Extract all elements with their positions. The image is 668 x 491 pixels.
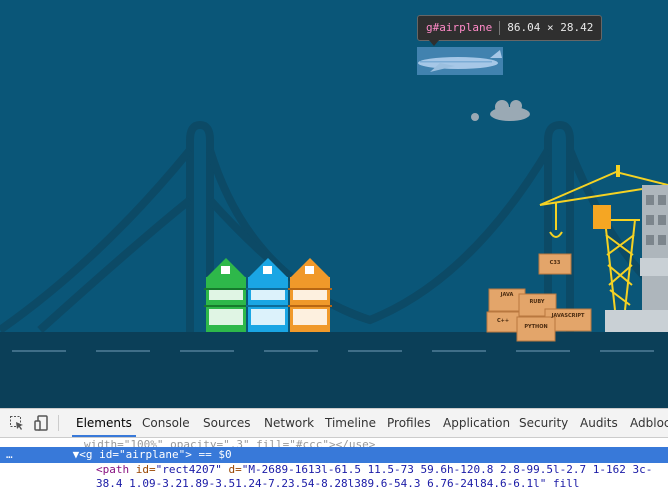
devtools-panel: Elements Console Sources Network Timelin… [0,408,668,490]
crate-label: C++ [497,318,509,324]
tab-sources[interactable]: Sources [203,409,250,437]
tooltip-id: #airplane [432,21,493,34]
tab-adblock[interactable]: Adbloc [630,409,668,437]
dom-tree-line-selected[interactable]: … ▼<g id="airplane"> == $0 [0,447,668,463]
dom-value: "M-2689-1613l-61.5 11.5-73 59.6h-120.8 2… [241,463,653,476]
tooltip-dimensions: 86.04 × 28.42 [507,21,594,34]
tab-application[interactable]: Application [443,409,510,437]
tab-elements[interactable]: Elements [72,409,136,437]
dom-tree-line[interactable]: <path id="rect4207" d="M-2689-1613l-61.5… [0,463,668,477]
tooltip-arrow [428,39,440,46]
skyline-illustration: C33 JAVA RUBY JAVASCRIPT C++ PYTHON [0,50,668,408]
element-highlight-overlay [417,47,503,75]
web-page-canvas: C33 JAVA RUBY JAVASCRIPT C++ PYTHON g #ai… [0,0,668,408]
crate-label: JAVASCRIPT [551,313,585,319]
dom-attr: id= [99,448,119,461]
dom-tree-line[interactable]: 38.4 1.09-3.21.89-3.51.24-7.23.54-8.28l3… [0,477,668,491]
house-orange [288,258,332,332]
crate-label: C33 [550,260,561,266]
road [0,332,668,408]
inspect-icon[interactable] [9,415,25,431]
toolbar-divider [58,415,59,431]
tab-console[interactable]: Console [142,409,190,437]
tab-audits[interactable]: Audits [580,409,618,437]
tab-network[interactable]: Network [264,409,314,437]
crate-label: RUBY [529,299,544,305]
dom-value: "rect4207" [155,463,222,476]
crate-label: PYTHON [524,324,547,330]
dom-attr: d= [221,463,242,476]
dom-value: "airplane" [119,448,186,461]
bridge [0,120,668,335]
crane-cabin [593,205,611,229]
tooltip-tag: g [426,21,433,34]
row-menu-icon[interactable]: … [0,448,13,461]
crane-top [616,165,620,177]
devtools-toolbar: Elements Console Sources Network Timelin… [0,409,668,438]
crate-label: JAVA [500,292,514,298]
dom-line-text: 38.4 1.09-3.21.89-3.51.24-7.23.54-8.28l3… [96,477,580,490]
tooltip-separator [499,21,501,35]
tab-security[interactable]: Security [519,409,568,437]
tab-timeline[interactable]: Timeline [325,409,376,437]
dom-tag: <path [96,463,136,476]
dom-selected-marker: > == $0 [185,448,232,461]
device-toggle-icon[interactable] [34,415,50,431]
inspect-tooltip: g #airplane 86.04 × 28.42 [417,15,603,41]
dom-attr: id= [135,463,156,476]
dom-tag: <g [79,448,100,461]
tab-profiles[interactable]: Profiles [387,409,431,437]
cloud [471,100,530,121]
expand-triangle-icon[interactable]: ▼ [13,448,80,461]
